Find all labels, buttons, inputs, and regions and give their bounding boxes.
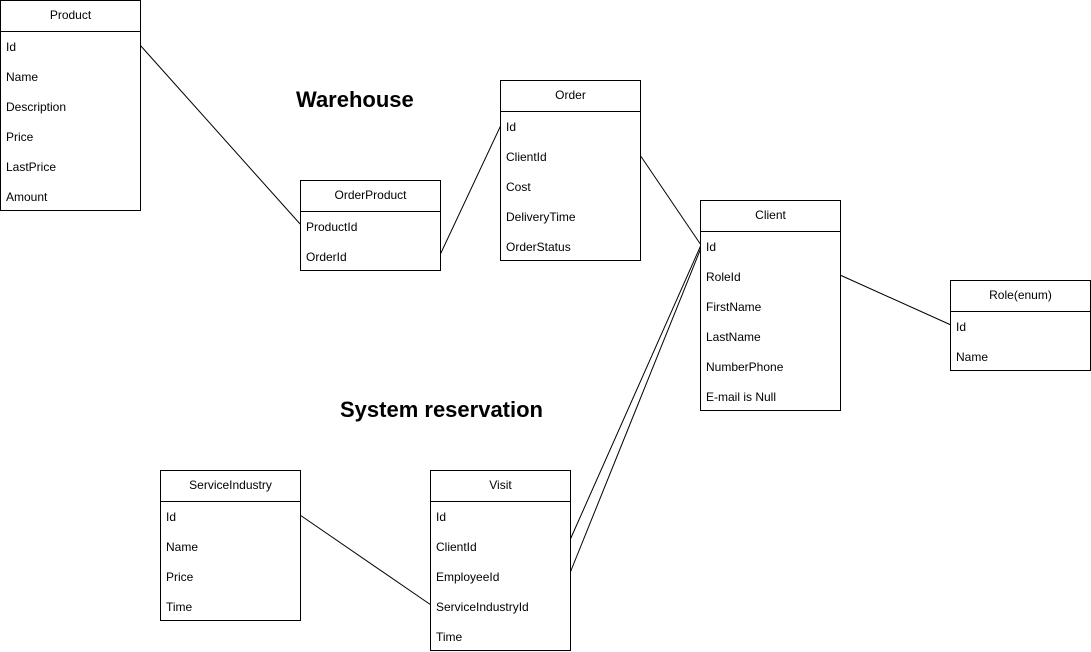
visit-field-id[interactable]: Id [431,502,570,532]
role-field-name[interactable]: Name [951,342,1090,372]
client-field-roleid[interactable]: RoleId [701,262,840,292]
serviceindustry-field-id[interactable]: Id [161,502,300,532]
entity-orderproduct-title: OrderProduct [301,181,440,212]
visit-field-clientid[interactable]: ClientId [431,532,570,562]
entity-orderproduct[interactable]: OrderProduct ProductId OrderId [300,180,441,271]
product-field-amount[interactable]: Amount [1,182,140,212]
entity-client-title: Client [701,201,840,232]
order-field-clientid[interactable]: ClientId [501,142,640,172]
order-field-id[interactable]: Id [501,112,640,142]
client-field-firstname[interactable]: FirstName [701,292,840,322]
entity-serviceindustry[interactable]: ServiceIndustry Id Name Price Time [160,470,301,621]
visit-field-serviceindustryid[interactable]: ServiceIndustryId [431,592,570,622]
order-field-deliverytime[interactable]: DeliveryTime [501,202,640,232]
system-reservation-label: System reservation [340,397,543,422]
serviceindustry-field-price[interactable]: Price [161,562,300,592]
product-field-id[interactable]: Id [1,32,140,62]
entity-order-title: Order [501,81,640,112]
entity-product-title: Product [1,1,140,32]
orderproduct-field-orderid[interactable]: OrderId [301,242,440,272]
order-field-cost[interactable]: Cost [501,172,640,202]
entity-order[interactable]: Order Id ClientId Cost DeliveryTime Orde… [500,80,641,261]
entity-role[interactable]: Role(enum) Id Name [950,280,1091,371]
order-field-orderstatus[interactable]: OrderStatus [501,232,640,262]
visit-field-employeeid[interactable]: EmployeeId [431,562,570,592]
link-product-orderproduct [139,44,302,226]
serviceindustry-field-time[interactable]: Time [161,592,300,622]
entity-product[interactable]: Product Id Name Description Price LastPr… [0,0,141,211]
entity-visit[interactable]: Visit Id ClientId EmployeeId ServiceIndu… [430,470,571,651]
product-field-name[interactable]: Name [1,62,140,92]
visit-field-time[interactable]: Time [431,622,570,652]
entity-client[interactable]: Client Id RoleId FirstName LastName Numb… [700,200,841,411]
client-field-id[interactable]: Id [701,232,840,262]
orderproduct-field-productid[interactable]: ProductId [301,212,440,242]
link-order-client [639,154,702,246]
product-field-description[interactable]: Description [1,92,140,122]
role-field-id[interactable]: Id [951,312,1090,342]
client-field-email[interactable]: E-mail is Null [701,382,840,412]
link-client-role [839,274,952,326]
client-field-numberphone[interactable]: NumberPhone [701,352,840,382]
link-serviceindustry-visit [299,514,432,606]
entity-visit-title: Visit [431,471,570,502]
entity-serviceindustry-title: ServiceIndustry [161,471,300,502]
client-field-lastname[interactable]: LastName [701,322,840,352]
product-field-price[interactable]: Price [1,122,140,152]
serviceindustry-field-name[interactable]: Name [161,532,300,562]
entity-role-title: Role(enum) [951,281,1090,312]
link-visit-clientid-client [569,244,702,541]
product-field-lastprice[interactable]: LastPrice [1,152,140,182]
link-visit-employeeid-client [569,247,702,574]
warehouse-label: Warehouse [296,87,414,112]
link-orderproduct-order [439,124,502,256]
